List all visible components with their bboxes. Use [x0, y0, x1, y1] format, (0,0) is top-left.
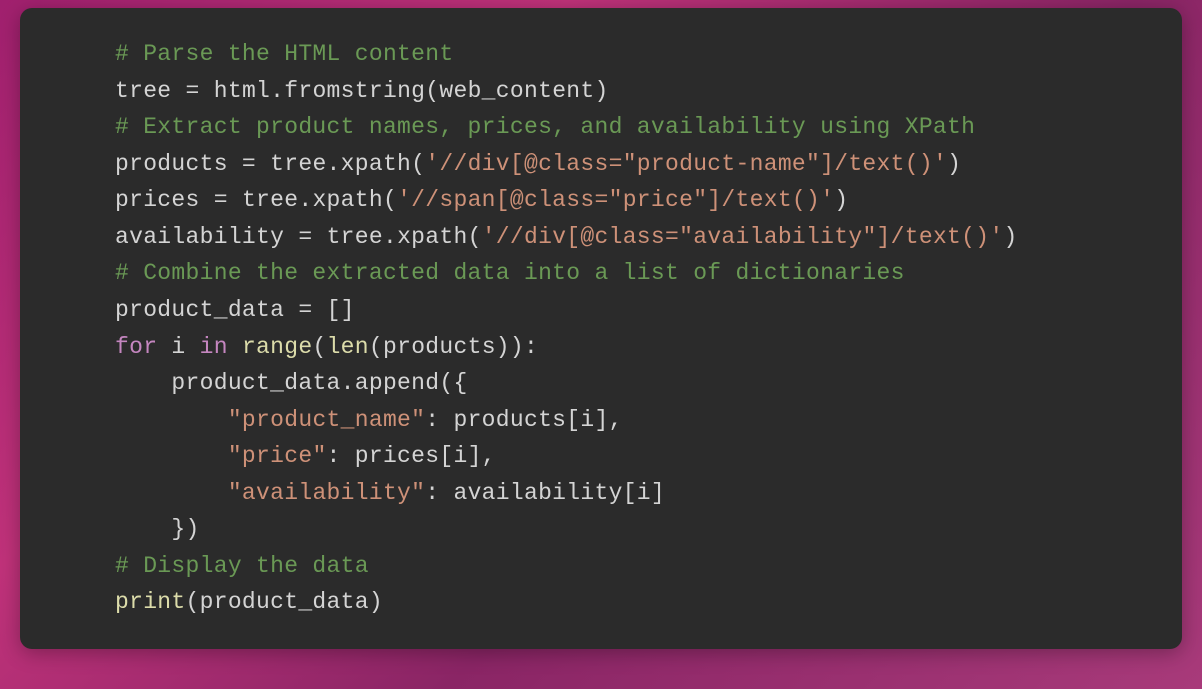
- token-identifier: : availability[i]: [425, 480, 665, 506]
- token-identifier: i: [157, 334, 199, 360]
- code-line: product_data = []: [115, 292, 1142, 329]
- token-identifier: ): [947, 151, 961, 177]
- code-line: for i in range(len(products)):: [115, 329, 1142, 366]
- code-line: # Display the data: [115, 548, 1142, 585]
- code-line: tree = html.fromstring(web_content): [115, 73, 1142, 110]
- code-line: product_data.append({: [115, 365, 1142, 402]
- token-string: "availability": [228, 480, 425, 506]
- token-function: range: [242, 334, 313, 360]
- token-operator: =: [298, 297, 326, 323]
- token-identifier: (product_data): [186, 589, 383, 615]
- code-line: # Extract product names, prices, and ava…: [115, 109, 1142, 146]
- token-identifier: tree: [115, 78, 186, 104]
- code-line: print(product_data): [115, 584, 1142, 621]
- token-keyword-flow: in: [200, 334, 228, 360]
- code-line: # Combine the extracted data into a list…: [115, 255, 1142, 292]
- token-function: print: [115, 589, 186, 615]
- token-keyword-flow: for: [115, 334, 157, 360]
- token-identifier: tree.xpath(: [327, 224, 482, 250]
- token-identifier: ): [1003, 224, 1017, 250]
- token-identifier: [228, 334, 242, 360]
- token-identifier: : products[i],: [425, 407, 622, 433]
- token-identifier: html.fromstring(web_content): [214, 78, 609, 104]
- token-identifier: (: [312, 334, 326, 360]
- token-operator: =: [214, 187, 242, 213]
- token-identifier: prices: [115, 187, 214, 213]
- token-comment: # Extract product names, prices, and ava…: [115, 114, 975, 140]
- token-string: '//div[@class="product-name"]/text()': [425, 151, 947, 177]
- code-line: products = tree.xpath('//div[@class="pro…: [115, 146, 1142, 183]
- token-comment: # Parse the HTML content: [115, 41, 453, 67]
- token-identifier: products: [115, 151, 242, 177]
- code-line: # Parse the HTML content: [115, 36, 1142, 73]
- code-container: # Parse the HTML content tree = html.from…: [115, 36, 1142, 621]
- code-line: "product_name": products[i],: [115, 402, 1142, 439]
- code-line: availability = tree.xpath('//div[@class=…: [115, 219, 1142, 256]
- token-identifier: []: [327, 297, 355, 323]
- token-string: '//div[@class="availability"]/text()': [482, 224, 1004, 250]
- token-function: len: [327, 334, 369, 360]
- code-line: "availability": availability[i]: [115, 475, 1142, 512]
- code-block: # Parse the HTML content tree = html.from…: [20, 8, 1182, 649]
- token-identifier: product_data.append({: [171, 370, 467, 396]
- code-line: prices = tree.xpath('//span[@class="pric…: [115, 182, 1142, 219]
- token-identifier: product_data: [115, 297, 298, 323]
- token-identifier: }): [171, 516, 199, 542]
- token-string: "price": [228, 443, 327, 469]
- token-identifier: : prices[i],: [327, 443, 496, 469]
- token-identifier: tree.xpath(: [270, 151, 425, 177]
- token-string: "product_name": [228, 407, 425, 433]
- token-identifier: tree.xpath(: [242, 187, 397, 213]
- token-identifier: ): [834, 187, 848, 213]
- code-line: }): [115, 511, 1142, 548]
- token-string: '//span[@class="price"]/text()': [397, 187, 834, 213]
- token-identifier: availability: [115, 224, 298, 250]
- code-line: "price": prices[i],: [115, 438, 1142, 475]
- token-operator: =: [242, 151, 270, 177]
- token-operator: =: [298, 224, 326, 250]
- token-operator: =: [186, 78, 214, 104]
- token-identifier: (products)):: [369, 334, 538, 360]
- token-comment: # Display the data: [115, 553, 369, 579]
- token-comment: # Combine the extracted data into a list…: [115, 260, 905, 286]
